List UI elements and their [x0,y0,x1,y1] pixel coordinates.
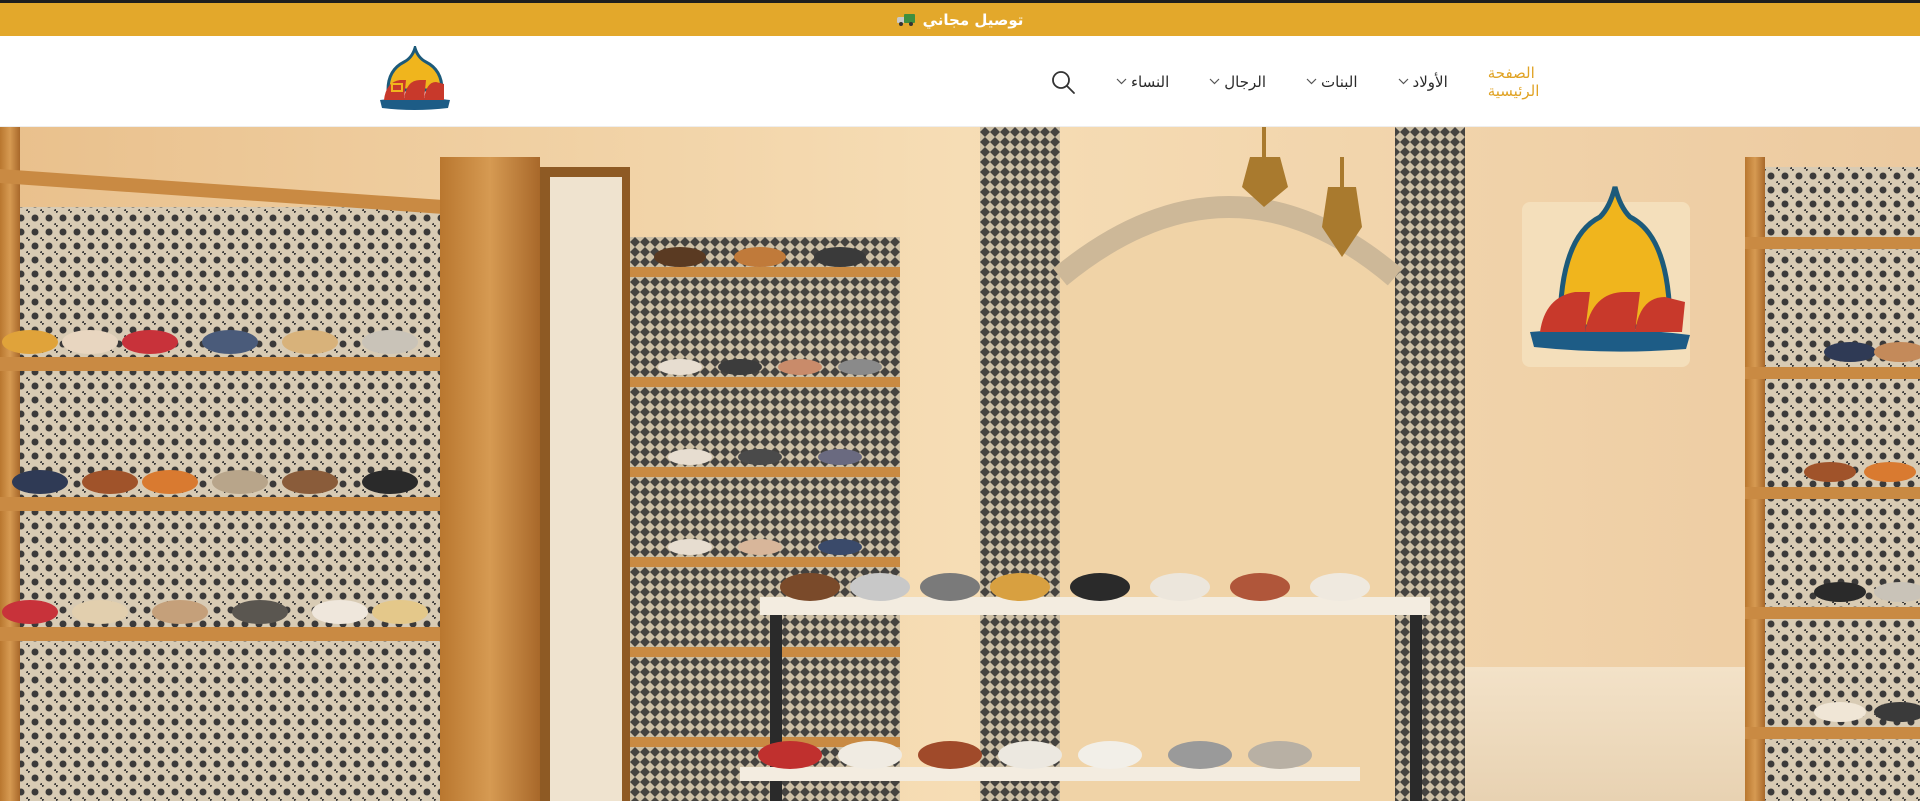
nav-item-label: البنات [1321,72,1358,91]
announcement-bar: توصيل مجاني [0,0,1920,36]
announcement-text: توصيل مجاني [922,10,1024,29]
truck-icon [896,13,915,26]
site-logo[interactable] [374,42,456,116]
sandal-logo-icon [380,42,450,110]
nav-item-boys[interactable]: الأولاد [1398,73,1448,91]
shoe-store-interior-image [0,127,1920,801]
search-button[interactable] [1050,68,1076,96]
chevron-down-icon [1209,78,1220,85]
nav-item-women[interactable]: النساء [1116,73,1169,91]
chevron-down-icon [1398,78,1408,85]
nav-item-label: الأولاد [1412,72,1448,91]
nav-item-men[interactable]: الرجال [1209,73,1266,91]
nav-item-girls[interactable]: البنات [1306,72,1358,91]
nav-item-label: الرجال [1224,72,1267,91]
site-header: النساء الرجال البنات الأولاد الصفحة الرئ… [0,36,1920,127]
chevron-down-icon [1306,78,1317,85]
nav-item-home[interactable]: الصفحة الرئيسية [1488,64,1550,100]
main-nav: النساء الرجال البنات الأولاد الصفحة الرئ… [1010,36,1550,127]
nav-item-label: النساء [1131,72,1170,91]
nav-item-label: الصفحة الرئيسية [1487,63,1540,100]
chevron-down-icon [1116,78,1127,85]
search-icon [1052,70,1075,94]
hero-banner [0,127,1920,801]
